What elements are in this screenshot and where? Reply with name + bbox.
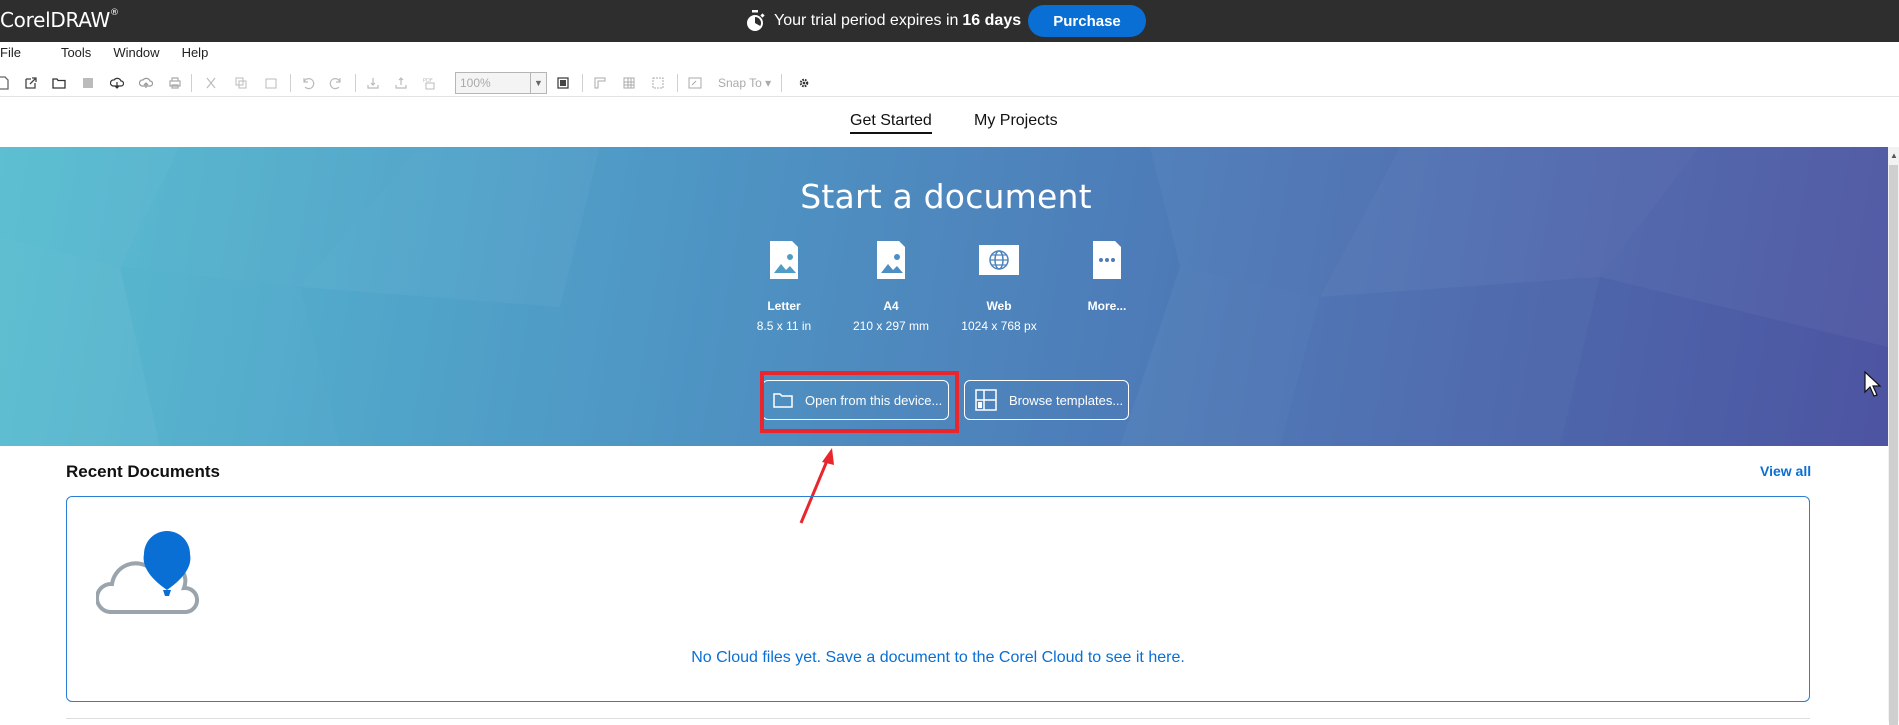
purchase-button[interactable]: Purchase <box>1028 5 1146 37</box>
export-small-icon <box>392 74 410 92</box>
vertical-scrollbar[interactable]: ▲ <box>1888 147 1899 725</box>
show-grid-icon <box>620 74 638 92</box>
doc-option-size: 8.5 x 11 in <box>756 319 812 333</box>
settings-gear-icon[interactable] <box>795 74 813 92</box>
doc-option-web[interactable]: Web 1024 x 768 px <box>944 239 1054 333</box>
show-guidelines-icon <box>649 74 667 92</box>
zoom-level-dropdown[interactable]: 100% ▼ <box>455 72 547 94</box>
redo-icon <box>327 74 345 92</box>
tab-my-projects[interactable]: My Projects <box>974 112 1058 130</box>
doc-option-name: Letter <box>767 299 801 313</box>
document-image-icon <box>770 241 798 279</box>
snap-to-icon <box>686 74 704 92</box>
recent-documents-panel <box>66 496 1810 702</box>
toolbar-separator <box>781 74 782 92</box>
toolbar-separator <box>582 74 583 92</box>
menu-window[interactable]: Window <box>113 45 159 65</box>
standard-toolbar: PDF 100% ▼ Snap To ▾ <box>0 69 1899 97</box>
highlight-annotation-box <box>760 371 959 433</box>
cloud-download-icon[interactable] <box>108 74 126 92</box>
start-document-title: Start a document <box>800 177 1092 216</box>
import-icon <box>364 74 382 92</box>
tab-get-started[interactable]: Get Started <box>850 112 932 134</box>
print-icon <box>166 74 184 92</box>
title-bar: CorelDRAW® Your trial period expires in … <box>0 0 1899 42</box>
toolbar-separator <box>355 74 356 92</box>
trial-text: Your trial period expires in <box>774 12 959 29</box>
toolbar-separator <box>677 74 678 92</box>
doc-option-size: 1024 x 768 px <box>961 319 1037 333</box>
new-document-icon[interactable] <box>0 74 12 92</box>
snap-to-dropdown: Snap To ▾ <box>718 76 772 90</box>
toolbar-separator <box>191 74 192 92</box>
menu-file[interactable]: File <box>0 45 21 65</box>
stopwatch-icon <box>747 10 765 31</box>
doc-option-size: 210 x 297 mm <box>852 319 930 333</box>
save-icon <box>79 74 97 92</box>
scrollbar-thumb[interactable] <box>1889 165 1898 725</box>
cloud-balloon-icon <box>96 531 199 614</box>
browse-templates-button[interactable]: Browse templates... <box>964 380 1129 420</box>
full-screen-preview-icon[interactable] <box>554 74 572 92</box>
trial-days: 16 days <box>962 12 1022 29</box>
export-pdf-icon: PDF <box>421 74 439 92</box>
app-logo: CorelDRAW® <box>0 8 119 32</box>
document-image-icon <box>877 241 905 279</box>
chevron-down-icon[interactable]: ▼ <box>530 73 546 93</box>
copy-icon <box>232 74 250 92</box>
doc-option-name: More... <box>1087 299 1127 313</box>
paste-icon <box>262 74 280 92</box>
recent-documents-heading: Recent Documents <box>66 462 220 481</box>
divider <box>66 718 1810 719</box>
cut-icon <box>202 74 220 92</box>
trial-notice: Your trial period expires in 16 days <box>745 10 1021 32</box>
doc-option-more[interactable]: More... <box>1052 239 1162 313</box>
start-tabs: Get Started My Projects <box>0 112 1899 136</box>
scroll-up-icon[interactable]: ▲ <box>1890 151 1898 160</box>
show-rulers-icon <box>591 74 609 92</box>
undo-icon <box>299 74 317 92</box>
doc-option-name: Web <box>986 299 1012 313</box>
view-all-link[interactable]: View all <box>1760 463 1811 479</box>
templates-icon <box>975 389 997 411</box>
doc-option-letter[interactable]: Letter 8.5 x 11 in <box>729 239 839 333</box>
open-folder-icon[interactable] <box>50 74 68 92</box>
toolbar-separator <box>290 74 291 92</box>
empty-cloud-message: No Cloud files yet. Save a document to t… <box>691 649 1185 666</box>
export-icon[interactable] <box>22 74 40 92</box>
cloud-upload-icon <box>137 74 155 92</box>
menu-tools[interactable]: Tools <box>61 45 91 65</box>
more-document-icon <box>1093 241 1121 279</box>
doc-option-name: A4 <box>883 299 899 313</box>
doc-option-a4[interactable]: A4 210 x 297 mm <box>836 239 946 333</box>
menu-help[interactable]: Help <box>182 45 209 65</box>
menu-bar: File Tools Window Help <box>0 45 230 65</box>
web-globe-icon <box>979 245 1019 275</box>
